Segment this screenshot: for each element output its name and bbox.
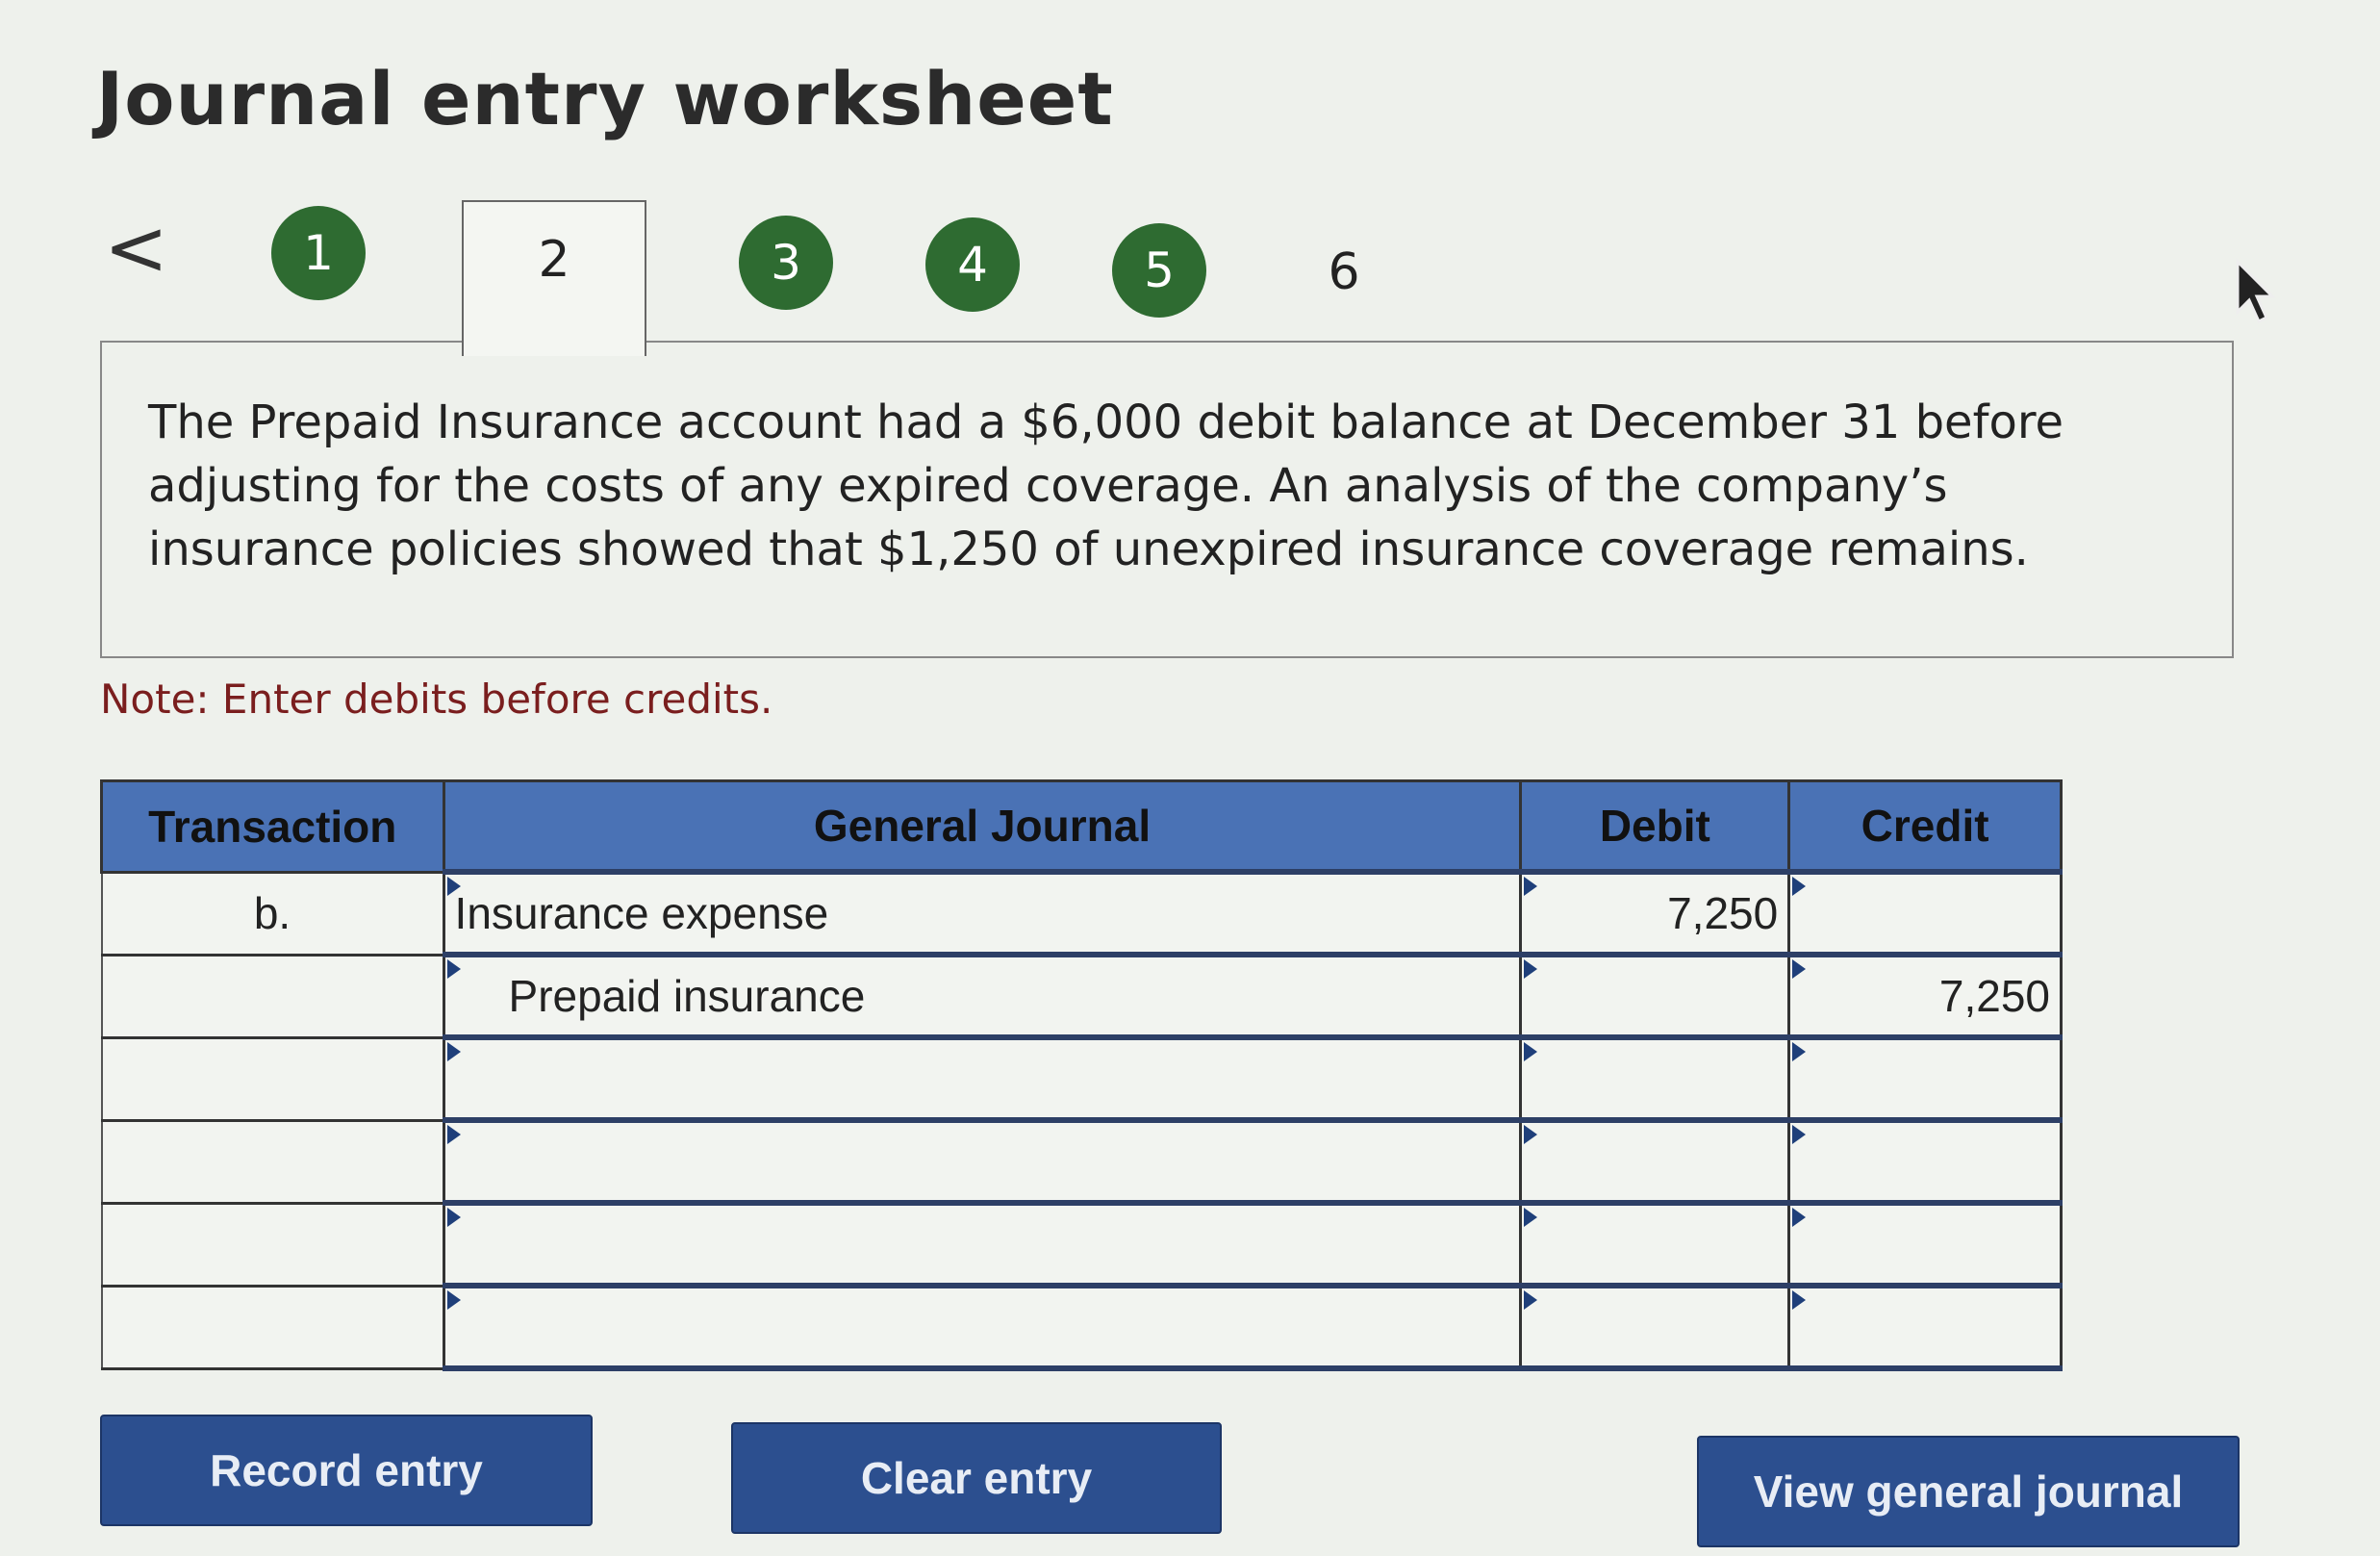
transaction-cell: [100, 1118, 445, 1205]
table-row: b. Insurance expense 7,250: [100, 869, 2063, 957]
account-value: Insurance expense: [454, 888, 829, 938]
input-marker-icon: [1524, 1208, 1538, 1227]
table-header-row: Transaction General Journal Debit Credit: [100, 779, 2063, 874]
debit-field[interactable]: 7,250: [1519, 869, 1791, 957]
transaction-cell: [100, 953, 445, 1039]
note-text: Note: Enter debits before credits.: [100, 676, 773, 723]
dropdown-marker-icon: [446, 1125, 461, 1144]
credit-value: 7,250: [1938, 971, 2050, 1021]
table-row: [100, 1034, 2063, 1123]
credit-field[interactable]: [1787, 1200, 2063, 1288]
dropdown-marker-icon: [446, 1290, 461, 1310]
input-marker-icon: [1792, 1290, 1807, 1310]
input-marker-icon: [1524, 877, 1538, 896]
header-general-journal: General Journal: [442, 779, 1523, 874]
table-row: [100, 1283, 2063, 1371]
header-credit: Credit: [1787, 779, 2063, 874]
debit-field[interactable]: [1519, 952, 1791, 1040]
input-marker-icon: [1792, 877, 1807, 896]
account-field[interactable]: [442, 1283, 1523, 1371]
header-transaction: Transaction: [100, 779, 445, 874]
dropdown-marker-icon: [446, 877, 461, 896]
account-field[interactable]: [442, 1034, 1523, 1123]
mouse-cursor-icon: [2236, 258, 2276, 324]
step-4-button[interactable]: 4: [925, 217, 1020, 312]
input-marker-icon: [1524, 959, 1538, 979]
clear-entry-button[interactable]: Clear entry: [731, 1422, 1222, 1534]
account-field[interactable]: Insurance expense: [442, 869, 1523, 957]
table-row: [100, 1117, 2063, 1206]
input-marker-icon: [1524, 1042, 1538, 1061]
debit-value: 7,250: [1667, 888, 1779, 938]
debit-field[interactable]: [1519, 1034, 1791, 1123]
step-6-button[interactable]: 6: [1297, 225, 1391, 319]
table-row: [100, 1200, 2063, 1288]
credit-field[interactable]: [1787, 1283, 2063, 1371]
account-field[interactable]: [442, 1200, 1523, 1288]
table-row: Prepaid insurance 7,250: [100, 952, 2063, 1040]
debit-field[interactable]: [1519, 1283, 1791, 1371]
input-marker-icon: [1792, 1125, 1807, 1144]
account-value: Prepaid insurance: [508, 971, 866, 1021]
transaction-cell: [100, 1035, 445, 1122]
header-debit: Debit: [1519, 779, 1791, 874]
input-marker-icon: [1792, 1042, 1807, 1061]
step-5-button[interactable]: 5: [1112, 223, 1206, 318]
record-entry-button[interactable]: Record entry: [100, 1415, 593, 1526]
credit-field[interactable]: [1787, 1034, 2063, 1123]
view-general-journal-button[interactable]: View general journal: [1697, 1436, 2240, 1547]
account-field[interactable]: Prepaid insurance: [442, 952, 1523, 1040]
input-marker-icon: [1524, 1125, 1538, 1144]
transaction-cell: [100, 1201, 445, 1288]
journal-table: Transaction General Journal Debit Credit…: [100, 779, 2063, 1371]
transaction-cell: [100, 1284, 445, 1370]
dropdown-marker-icon: [446, 1208, 461, 1227]
previous-arrow-icon[interactable]: <: [104, 210, 168, 287]
credit-field[interactable]: [1787, 1117, 2063, 1206]
question-text: The Prepaid Insurance account had a $6,0…: [148, 395, 2064, 576]
step-2-tab-active[interactable]: 2: [462, 200, 646, 356]
dropdown-marker-icon: [446, 1042, 461, 1061]
account-field[interactable]: [442, 1117, 1523, 1206]
credit-field[interactable]: 7,250: [1787, 952, 2063, 1040]
debit-field[interactable]: [1519, 1117, 1791, 1206]
page-title: Journal entry worksheet: [96, 56, 1114, 141]
step-1-button[interactable]: 1: [271, 206, 366, 300]
question-box: The Prepaid Insurance account had a $6,0…: [100, 341, 2234, 658]
input-marker-icon: [1524, 1290, 1538, 1310]
dropdown-marker-icon: [446, 959, 461, 979]
debit-field[interactable]: [1519, 1200, 1791, 1288]
input-marker-icon: [1792, 959, 1807, 979]
transaction-cell: b.: [100, 870, 445, 957]
credit-field[interactable]: [1787, 869, 2063, 957]
input-marker-icon: [1792, 1208, 1807, 1227]
step-3-button[interactable]: 3: [739, 216, 833, 310]
